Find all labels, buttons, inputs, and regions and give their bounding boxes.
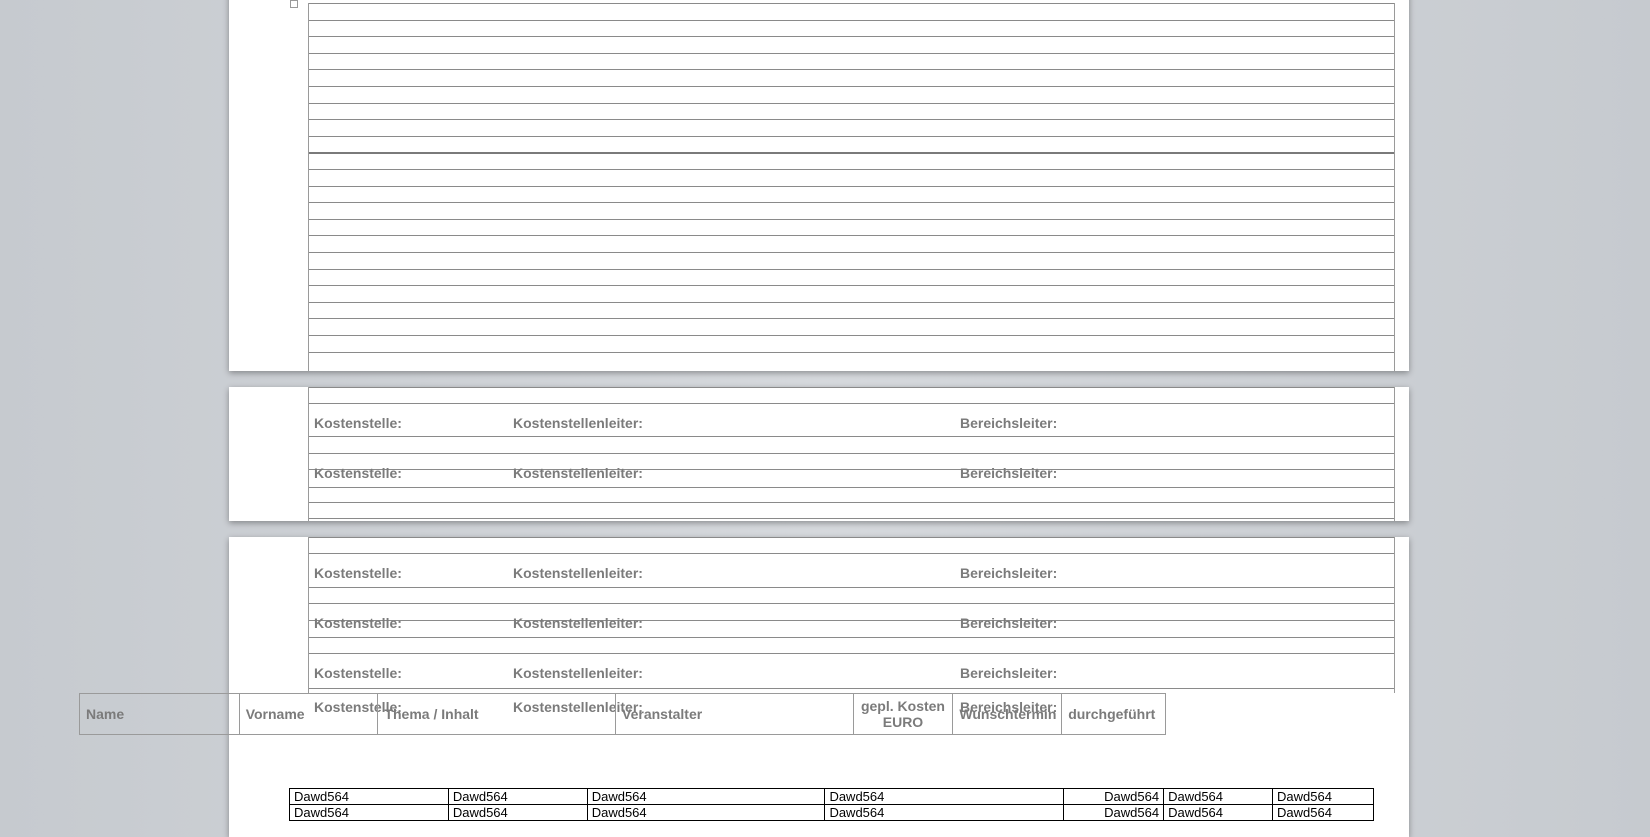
- table-cell[interactable]: Dawd564: [1163, 788, 1274, 805]
- rule-line: [309, 86, 1394, 87]
- table-cell[interactable]: Dawd564: [447, 804, 588, 821]
- table-cell[interactable]: Dawd564: [289, 788, 449, 805]
- rule-line: [309, 436, 1394, 437]
- header-vorname: Vorname: [240, 694, 379, 734]
- rule-line: [309, 620, 1394, 621]
- bereichsleiter-label: Bereichsleiter:: [960, 415, 1058, 431]
- data-table: Dawd564 Dawd564 Dawd564 Dawd564 Dawd564 …: [289, 788, 1374, 821]
- table-cell[interactable]: Dawd564: [1063, 804, 1165, 821]
- rule-line: [309, 387, 1394, 388]
- rule-line: [309, 202, 1394, 203]
- rule-line: [309, 252, 1394, 253]
- rule-line: [309, 518, 1394, 519]
- ruled-area: [308, 3, 1395, 371]
- rule-line: [309, 3, 1394, 4]
- table-cell[interactable]: Dawd564: [586, 804, 826, 821]
- table-cell[interactable]: Dawd564: [1272, 804, 1374, 821]
- table-cell[interactable]: Dawd564: [289, 804, 449, 821]
- rule-line: [309, 637, 1394, 638]
- header-veranstalter: Veranstalter: [616, 694, 854, 734]
- rule-line: [309, 20, 1394, 21]
- rule-line: [309, 136, 1394, 137]
- header-name: Name: [80, 694, 240, 734]
- header-thema: Thema / Inhalt: [378, 694, 617, 734]
- table-move-handle[interactable]: [290, 0, 298, 8]
- table-cell[interactable]: Dawd564: [824, 788, 1065, 805]
- rule-line: [309, 186, 1394, 187]
- header-kosten: gepl. Kosten EURO: [854, 694, 954, 734]
- table-header-row: Name Vorname Thema / Inhalt Veranstalter…: [79, 693, 1166, 735]
- rule-line: [309, 235, 1394, 236]
- rule-line: [309, 587, 1394, 588]
- rule-line: [309, 403, 1394, 404]
- rule-line: [309, 103, 1394, 104]
- rule-line: [309, 469, 1394, 470]
- header-durchgefuehrt: durchgeführt: [1068, 706, 1156, 722]
- rule-line: [309, 302, 1394, 303]
- table-cell[interactable]: Dawd564: [1272, 788, 1374, 805]
- table-cell[interactable]: Dawd564: [824, 804, 1065, 821]
- rule-line: [309, 653, 1394, 654]
- kostenstellenleiter-label: Kostenstellenleiter:: [513, 665, 643, 681]
- bereichsleiter-label: Bereichsleiter:: [960, 665, 1058, 681]
- header-wunschtermin: Wunschtermin: [953, 694, 1063, 734]
- document-page-1: [229, 0, 1409, 371]
- document-page-2: [229, 387, 1409, 521]
- rule-line: [309, 53, 1394, 54]
- rule-line: [309, 335, 1394, 336]
- table-row: Dawd564 Dawd564 Dawd564 Dawd564 Dawd564 …: [289, 788, 1374, 805]
- kostenstellenleiter-label: Kostenstellenleiter:: [513, 415, 643, 431]
- kostenstellenleiter-label: Kostenstellenleiter:: [513, 465, 643, 481]
- table-cell[interactable]: Dawd564: [586, 788, 826, 805]
- bereichsleiter-label: Bereichsleiter:: [960, 615, 1058, 631]
- rule-line: [309, 453, 1394, 454]
- rule-line: [309, 169, 1394, 170]
- rule-line: [309, 487, 1394, 488]
- table-cell[interactable]: Dawd564: [1063, 788, 1165, 805]
- kostenstelle-label: Kostenstelle:: [314, 415, 402, 431]
- table-cell[interactable]: Dawd564: [1163, 804, 1274, 821]
- kostenstelle-label: Kostenstelle:: [314, 615, 402, 631]
- rule-line: [309, 352, 1394, 353]
- rule-line: [309, 152, 1394, 154]
- bereichsleiter-label: Bereichsleiter:: [960, 465, 1058, 481]
- kostenstellenleiter-label: Kostenstellenleiter:: [513, 565, 643, 581]
- rule-line: [309, 537, 1394, 538]
- kostenstelle-label: Kostenstelle:: [314, 665, 402, 681]
- rule-line: [309, 603, 1394, 604]
- rule-line: [309, 285, 1394, 286]
- rule-line: [309, 269, 1394, 270]
- rule-line: [309, 553, 1394, 554]
- rule-line: [309, 318, 1394, 319]
- rule-line: [309, 502, 1394, 503]
- table-cell[interactable]: Dawd564: [447, 788, 588, 805]
- rule-line: [309, 69, 1394, 70]
- ruled-area: [308, 537, 1395, 693]
- table-row: Dawd564 Dawd564 Dawd564 Dawd564 Dawd564 …: [289, 804, 1374, 821]
- bereichsleiter-label: Bereichsleiter:: [960, 565, 1058, 581]
- rule-line: [309, 36, 1394, 37]
- ruled-area: [308, 387, 1395, 521]
- kostenstelle-label: Kostenstelle:: [314, 465, 402, 481]
- rule-line: [309, 219, 1394, 220]
- rule-line: [309, 688, 1394, 689]
- rule-line: [309, 119, 1394, 120]
- kostenstelle-label: Kostenstelle:: [314, 565, 402, 581]
- kostenstellenleiter-label: Kostenstellenleiter:: [513, 615, 643, 631]
